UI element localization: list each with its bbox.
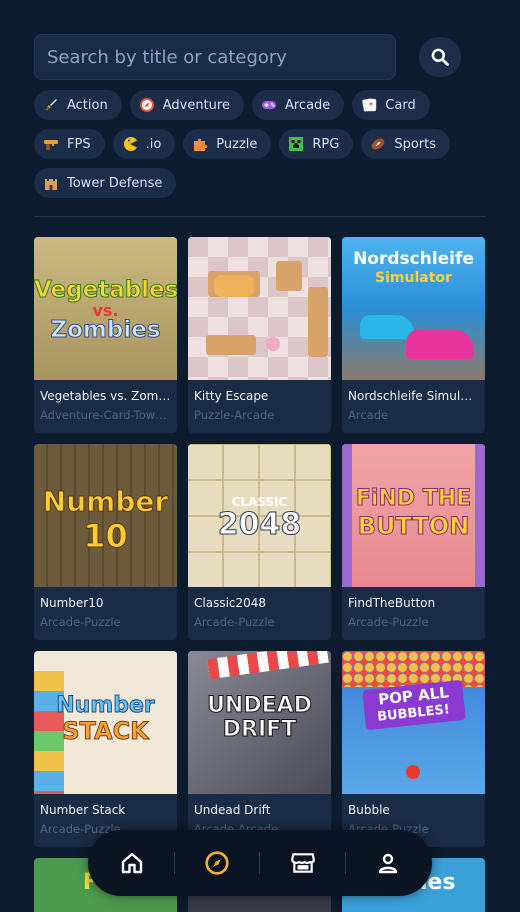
- category-chip-adventure[interactable]: Adventure: [129, 90, 244, 120]
- game-title: Vegetables vs. Zombies: [40, 389, 177, 403]
- category-chip-label: Adventure: [162, 97, 230, 113]
- thumbnail-title: 2048: [217, 507, 302, 542]
- cards-icon: [361, 97, 377, 113]
- game-thumbnail: FiND THE BUTTON: [342, 444, 485, 587]
- thumbnail-title: Simulator: [375, 270, 452, 286]
- category-chip-label: RPG: [312, 136, 340, 152]
- category-chip-puzzle[interactable]: Puzzle: [183, 129, 272, 159]
- game-card[interactable]: Vegetables vs. Zombies Vegetables vs. Zom…: [34, 237, 177, 433]
- category-chip-sports[interactable]: Sports: [361, 129, 451, 159]
- game-title: Nordschleife Simulator: [348, 389, 485, 403]
- search-input[interactable]: [34, 34, 396, 80]
- category-chip-rpg[interactable]: RPG: [279, 129, 354, 159]
- search-icon: [431, 48, 449, 66]
- game-title: FindTheButton: [348, 596, 436, 610]
- game-card[interactable]: Nordschleife Simulator Nordschleife Simu…: [342, 237, 485, 433]
- category-chip-io[interactable]: .io: [112, 129, 176, 159]
- game-card[interactable]: POP ALL BUBBLES! Bubble Arcade-Puzzle: [342, 651, 485, 847]
- game-card[interactable]: Number 10 Number10 Arcade-Puzzle: [34, 444, 177, 640]
- sword-icon: [43, 97, 59, 113]
- game-title: Kitty Escape: [194, 389, 269, 403]
- nav-separator: [259, 852, 261, 874]
- game-thumbnail: UNDEAD DRIFT: [188, 651, 331, 794]
- game-thumbnail: CLASSIC 2048: [188, 444, 331, 587]
- store-icon: [290, 853, 315, 873]
- thumbnail-title: BUTTON: [357, 512, 470, 540]
- thumbnail-title: STACK: [62, 717, 150, 745]
- nav-separator: [345, 852, 347, 874]
- puzzle-icon: [192, 136, 208, 152]
- category-chip-label: Action: [67, 97, 108, 113]
- home-icon: [121, 852, 142, 874]
- thumbnail-title: Number: [42, 485, 169, 518]
- category-chip-label: Puzzle: [216, 136, 258, 152]
- category-chip-label: Card: [385, 97, 416, 113]
- bottom-nav: [88, 830, 432, 896]
- game-card[interactable]: CLASSIC 2048 Classic2048 Arcade-Puzzle: [188, 444, 331, 640]
- nav-profile[interactable]: [363, 838, 413, 888]
- category-chip-arcade[interactable]: Arcade: [251, 90, 345, 120]
- game-category: Arcade-Puzzle: [40, 615, 121, 629]
- game-title: Classic2048: [194, 596, 267, 610]
- game-category: Arcade: [348, 408, 389, 422]
- game-title: Number10: [40, 596, 104, 610]
- game-card[interactable]: Kitty Escape Puzzle-Arcade: [188, 237, 331, 433]
- category-chips: Action Adventure Arcade Card FPS .io Puzzle RPG…: [34, 90, 488, 198]
- game-title: Bubble: [348, 803, 390, 817]
- nav-store[interactable]: [278, 838, 328, 888]
- gamepad-icon: [261, 97, 277, 113]
- game-category: Arcade-Puzzle: [348, 615, 429, 629]
- compass-icon: [205, 851, 229, 875]
- category-chip-label: Arcade: [284, 97, 331, 113]
- search-button[interactable]: [419, 37, 461, 77]
- category-chip-label: Tower Defense: [67, 175, 163, 191]
- category-chip-card[interactable]: Card: [352, 90, 430, 120]
- nav-separator: [173, 852, 175, 874]
- game-card[interactable]: FiND THE BUTTON FindTheButton Arcade-Puzzl…: [342, 444, 485, 640]
- search-bar: [34, 34, 462, 80]
- nav-explore[interactable]: [192, 838, 242, 888]
- thumbnail-title: DRIFT: [222, 717, 297, 742]
- thumbnail-title: Vegetables: [34, 277, 177, 303]
- category-chip-label: .io: [145, 136, 162, 152]
- compass-icon: [139, 97, 155, 113]
- gun-icon: [43, 136, 59, 152]
- game-thumbnail: Nordschleife Simulator: [342, 237, 485, 380]
- nav-home[interactable]: [107, 838, 157, 888]
- game-thumbnail: [188, 237, 331, 380]
- thumbnail-title: FiND THE: [355, 486, 472, 511]
- pacman-icon: [122, 136, 138, 152]
- category-chip-tower-defense[interactable]: Tower Defense: [34, 168, 177, 198]
- game-card[interactable]: Number STACK Number Stack Arcade-Puzzle: [34, 651, 177, 847]
- creeper-icon: [288, 136, 304, 152]
- category-chip-action[interactable]: Action: [34, 90, 122, 120]
- category-chip-label: FPS: [67, 136, 91, 152]
- castle-icon: [43, 175, 59, 191]
- thumbnail-title: Number: [56, 693, 156, 718]
- thumbnail-title: 10: [83, 517, 129, 555]
- football-icon: [370, 136, 386, 152]
- game-grid: Vegetables vs. Zombies Vegetables vs. Zom…: [34, 237, 486, 912]
- game-category: Puzzle-Arcade: [194, 408, 275, 422]
- thumbnail-title: UNDEAD: [207, 693, 313, 718]
- game-thumbnail: Vegetables vs. Zombies: [34, 237, 177, 380]
- thumbnail-title: Nordschleife: [353, 249, 474, 269]
- user-icon: [379, 853, 398, 874]
- game-thumbnail: Number 10: [34, 444, 177, 587]
- game-title: Number Stack: [40, 803, 126, 817]
- category-chip-fps[interactable]: FPS: [34, 129, 105, 159]
- game-category: Arcade-Puzzle: [194, 615, 275, 629]
- game-thumbnail: POP ALL BUBBLES!: [342, 651, 485, 794]
- divider: [34, 216, 486, 217]
- game-thumbnail: Number STACK: [34, 651, 177, 794]
- game-category: Adventure-Card-Tower Defense: [40, 408, 177, 422]
- thumbnail-title: Zombies: [50, 317, 161, 343]
- category-chip-label: Sports: [394, 136, 437, 152]
- game-title: Undead Drift: [194, 803, 271, 817]
- game-card[interactable]: UNDEAD DRIFT Undead Drift Arcade-Arcade: [188, 651, 331, 847]
